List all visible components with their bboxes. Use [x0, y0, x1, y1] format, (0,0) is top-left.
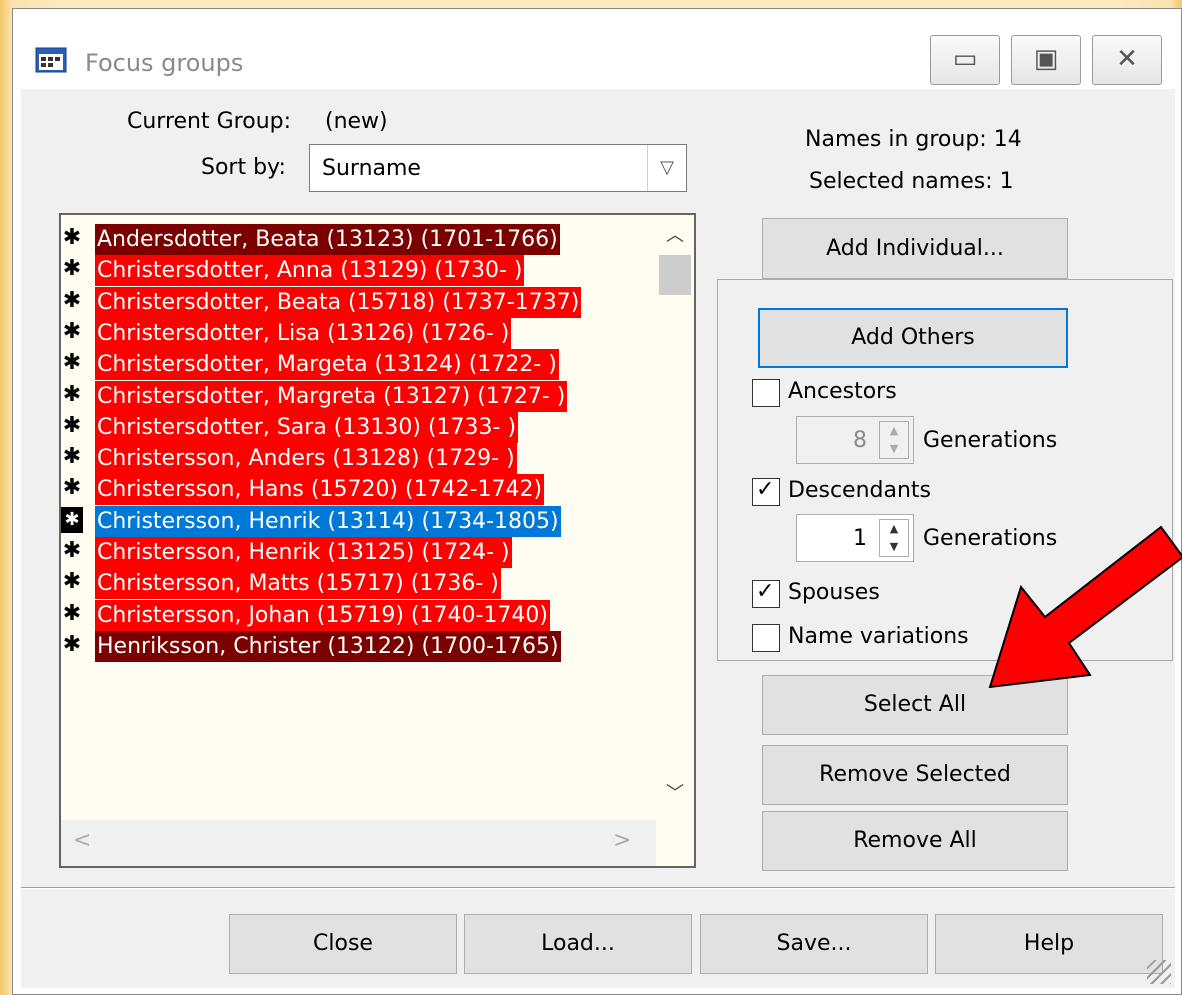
- focus-groups-app-icon: [35, 47, 67, 73]
- list-item-label: Christersson, Henrik (13125) (1724- ): [95, 537, 512, 568]
- descendants-generations-stepper[interactable]: 1 ▲ ▼: [796, 514, 914, 562]
- chevron-up-icon[interactable]: ▲: [880, 422, 908, 440]
- scrollbar-thumb[interactable]: [659, 255, 691, 295]
- maximize-button[interactable]: ▣: [1011, 35, 1081, 85]
- title-bar: Focus groups ▭ ▣ ✕: [13, 9, 1181, 89]
- asterisk-icon: ✱: [62, 600, 82, 626]
- asterisk-icon: ✱: [62, 538, 82, 563]
- name-variations-checkbox[interactable]: [752, 624, 780, 652]
- ancestors-generations-label: Generations: [923, 428, 1058, 453]
- list-item-label: Christersdotter, Anna (13129) (1730- ): [95, 255, 525, 287]
- scroll-left-icon[interactable]: <: [73, 828, 91, 853]
- sort-by-value: Surname: [322, 156, 421, 181]
- focus-group-names-list[interactable]: ✱ Andersdotter, Beata (13123) (1701-1766)…: [59, 213, 696, 868]
- remove-selected-button[interactable]: Remove Selected: [762, 745, 1068, 805]
- asterisk-icon: ✱: [62, 256, 82, 282]
- list-item-label: Christersdotter, Margeta (13124) (1722- …: [95, 349, 559, 381]
- horizontal-scrollbar[interactable]: < >: [61, 820, 656, 866]
- close-window-button[interactable]: ✕: [1092, 35, 1162, 85]
- sort-by-select[interactable]: Surname ▽: [309, 144, 687, 192]
- window-title: Focus groups: [85, 49, 244, 77]
- asterisk-icon: ✱: [61, 506, 83, 533]
- focus-groups-window: Focus groups ▭ ▣ ✕ Current Group: (new) …: [12, 8, 1182, 995]
- asterisk-icon: ✱: [62, 444, 82, 470]
- scroll-right-icon[interactable]: >: [613, 828, 631, 853]
- spouses-label: Spouses: [788, 580, 880, 605]
- red-annotation-arrow-icon: [988, 525, 1182, 689]
- close-button[interactable]: Close: [229, 914, 457, 974]
- ancestors-generations-stepper[interactable]: 8 ▲ ▼: [796, 416, 914, 464]
- close-icon: ✕: [1116, 44, 1138, 74]
- load-button[interactable]: Load...: [464, 914, 692, 974]
- asterisk-icon: ✱: [62, 569, 82, 595]
- save-button[interactable]: Save...: [700, 914, 928, 974]
- asterisk-icon: ✱: [62, 225, 82, 250]
- list-item-label: Christersson, Johan (15719) (1740-1740): [95, 599, 550, 631]
- list-item-label: Andersdotter, Beata (13123) (1701-1766): [95, 224, 560, 255]
- asterisk-icon: ✱: [62, 318, 82, 344]
- name-variations-label: Name variations: [788, 624, 969, 649]
- minimize-button[interactable]: ▭: [930, 35, 1000, 85]
- footer-divider: [21, 887, 1175, 889]
- scroll-down-icon[interactable]: ﹀: [656, 779, 694, 805]
- descendants-label: Descendants: [788, 478, 931, 503]
- minimize-icon: ▭: [952, 44, 978, 74]
- maximize-icon: ▣: [1033, 44, 1059, 74]
- vertical-scrollbar[interactable]: ︿ ﹀: [656, 215, 694, 811]
- chevron-down-icon[interactable]: ▽: [647, 145, 686, 191]
- asterisk-icon: ✱: [62, 287, 82, 313]
- list-item-label: Christersson, Matts (15717) (1736- ): [95, 568, 501, 600]
- list-item-label: Christersson, Hans (15720) (1742-1742): [95, 474, 545, 506]
- scroll-up-icon[interactable]: ︿: [656, 221, 694, 247]
- chevron-down-icon[interactable]: ▼: [880, 440, 908, 458]
- add-others-button[interactable]: Add Others: [758, 308, 1068, 368]
- list-item-label: Christersdotter, Sara (13130) (1733- ): [95, 411, 519, 443]
- list-item-label: Henriksson, Christer (13122) (1700-1765): [95, 630, 561, 662]
- names-in-group-count: Names in group: 14: [805, 127, 1022, 152]
- list-item-label: Christersdotter, Margreta (13127) (1727-…: [95, 380, 568, 412]
- ancestors-generations-value: 8: [853, 428, 867, 453]
- ancestors-label: Ancestors: [788, 379, 897, 404]
- stepper-arrows[interactable]: ▲ ▼: [879, 519, 909, 557]
- list-item-label: Christersdotter, Lisa (13126) (1726- ): [95, 317, 512, 349]
- descendants-generations-value: 1: [853, 526, 867, 551]
- remove-all-button[interactable]: Remove All: [762, 811, 1068, 871]
- descendants-checkbox[interactable]: ✓: [752, 477, 780, 506]
- asterisk-icon: ✱: [62, 350, 82, 376]
- stepper-arrows[interactable]: ▲ ▼: [879, 421, 909, 459]
- list-item-label: Christersson, Henrik (13114) (1734-1805): [95, 505, 561, 537]
- selected-names-count: Selected names: 1: [809, 169, 1014, 194]
- list-item-label: Christersdotter, Beata (15718) (1737-173…: [95, 286, 582, 318]
- add-individual-button[interactable]: Add Individual...: [762, 218, 1068, 279]
- asterisk-icon: ✱: [62, 475, 82, 501]
- asterisk-icon: ✱: [62, 412, 82, 438]
- current-group-value: (new): [325, 109, 388, 134]
- list-item-label: Christersson, Anders (13128) (1729- ): [95, 443, 517, 475]
- chevron-down-icon[interactable]: ▼: [880, 538, 908, 556]
- asterisk-icon: ✱: [62, 381, 82, 407]
- ancestors-checkbox[interactable]: [752, 379, 780, 407]
- resize-grip-icon[interactable]: [1147, 960, 1171, 984]
- asterisk-icon: ✱: [62, 631, 82, 657]
- chevron-up-icon[interactable]: ▲: [880, 520, 908, 538]
- sort-by-label: Sort by:: [201, 155, 286, 180]
- spouses-checkbox[interactable]: ✓: [752, 579, 780, 608]
- help-button[interactable]: Help: [935, 914, 1163, 974]
- current-group-label: Current Group:: [127, 109, 292, 134]
